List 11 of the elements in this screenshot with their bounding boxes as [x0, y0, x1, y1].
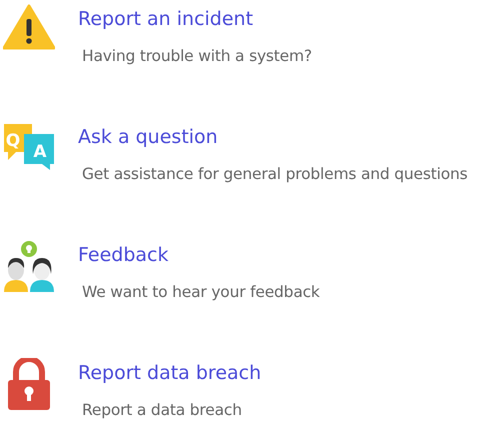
people-idea-icon: [2, 240, 56, 292]
option-description: Get assistance for general problems and questions: [82, 165, 468, 183]
warning-icon: [3, 4, 55, 50]
option-link[interactable]: Feedback: [78, 244, 168, 266]
lock-icon: [6, 358, 52, 410]
option-description: We want to hear your feedback: [82, 283, 320, 301]
option-link[interactable]: Report data breach: [78, 362, 262, 384]
option-link[interactable]: Report an incident: [78, 8, 254, 30]
option-link[interactable]: Ask a question: [78, 126, 218, 148]
option-description: Having trouble with a system?: [82, 47, 312, 65]
option-description: Report a data breach: [82, 401, 242, 419]
